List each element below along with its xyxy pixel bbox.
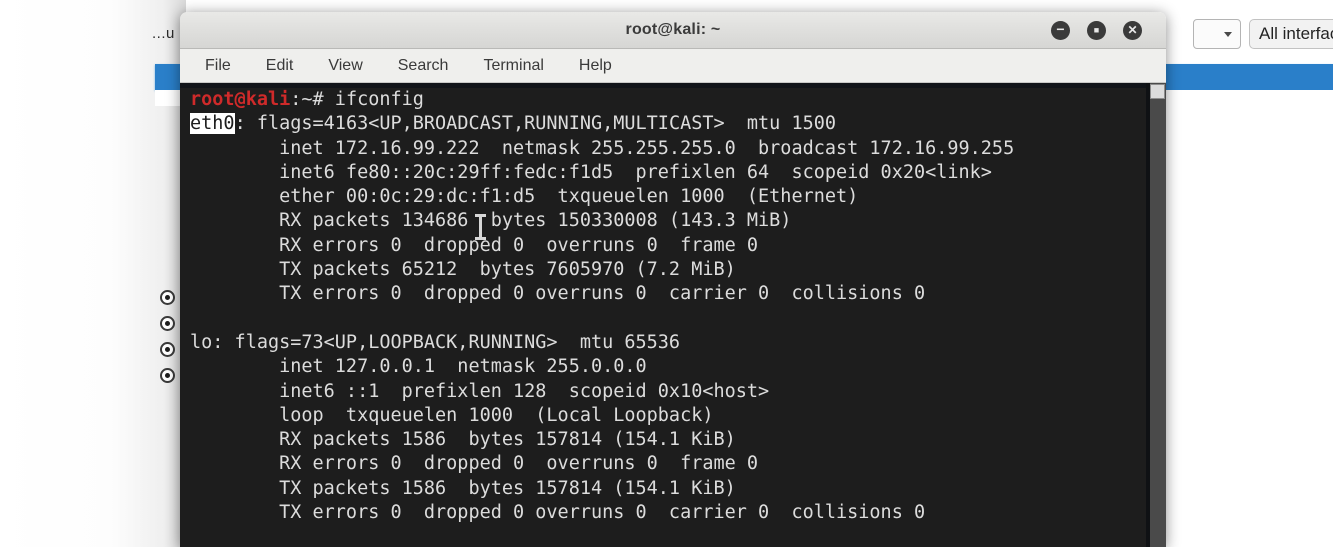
window-title: root@kali: ~ <box>625 21 721 38</box>
maximize-button[interactable]: ■ <box>1087 21 1106 40</box>
background-radio-icon-1[interactable] <box>160 290 175 305</box>
close-button[interactable]: ✕ <box>1123 21 1142 40</box>
menu-item-help[interactable]: Help <box>576 55 615 77</box>
terminal-output-area[interactable]: root@kali:~# ifconfig eth0: flags=4163<U… <box>180 83 1166 547</box>
all-interfaces-button[interactable]: All interfac <box>1249 19 1333 49</box>
maximize-icon: ■ <box>1093 25 1100 35</box>
background-radio-icon-3[interactable] <box>160 342 175 357</box>
menu-item-view[interactable]: View <box>325 55 365 77</box>
menubar[interactable]: File Edit View Search Terminal Help <box>180 49 1166 83</box>
scrollbar-up-button[interactable] <box>1150 84 1165 99</box>
menu-item-terminal[interactable]: Terminal <box>480 55 546 77</box>
window-titlebar[interactable]: root@kali: ~ − ■ ✕ <box>180 12 1166 49</box>
menu-item-edit[interactable]: Edit <box>263 55 297 77</box>
terminal-window[interactable]: root@kali: ~ − ■ ✕ File Edit View Search… <box>180 12 1166 547</box>
menu-item-file[interactable]: File <box>202 55 234 77</box>
background-truncated-label: ...u <box>152 25 175 42</box>
background-radio-icon-2[interactable] <box>160 316 175 331</box>
text-cursor-icon <box>475 214 486 240</box>
minimize-button[interactable]: − <box>1051 21 1070 40</box>
menu-item-search[interactable]: Search <box>395 55 452 77</box>
minimize-icon: − <box>1056 21 1065 37</box>
terminal-scrollbar[interactable] <box>1150 83 1166 547</box>
chevron-down-icon <box>1224 32 1232 37</box>
interface-dropdown[interactable] <box>1193 19 1241 49</box>
close-icon: ✕ <box>1127 23 1138 37</box>
background-radio-icon-4[interactable] <box>160 368 175 383</box>
terminal-text[interactable]: root@kali:~# ifconfig eth0: flags=4163<U… <box>190 88 1140 547</box>
